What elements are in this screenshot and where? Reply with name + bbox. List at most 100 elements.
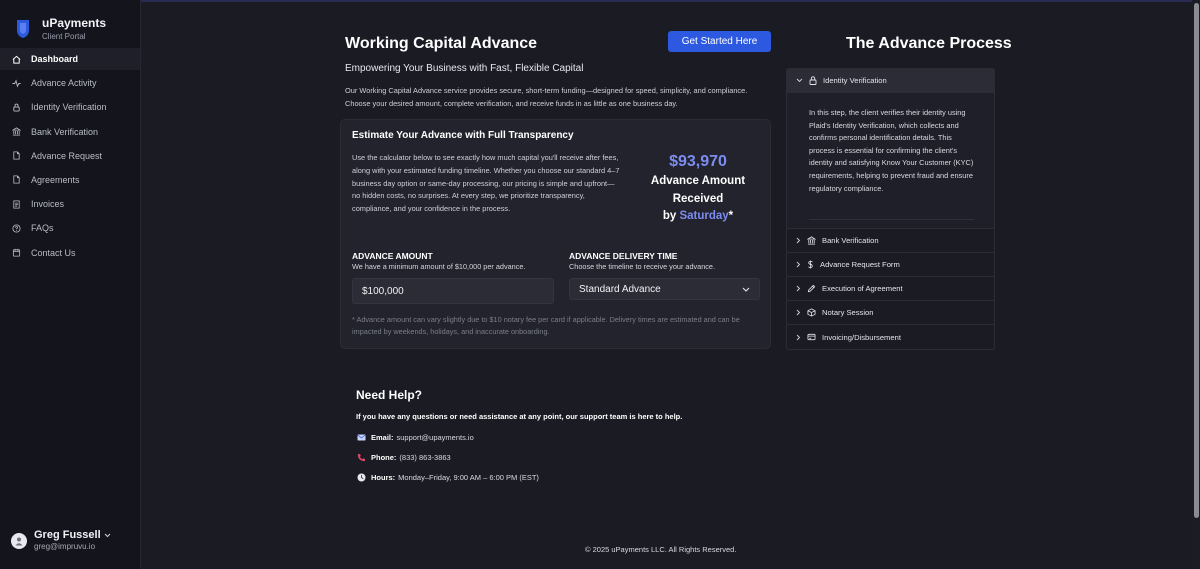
accordion-item-advance-request-form[interactable]: Advance Request Form — [787, 253, 994, 277]
help-hours-row: Hours: Monday–Friday, 9:00 AM – 6:00 PM … — [357, 473, 539, 482]
result-label: Advance Amount Received — [650, 175, 746, 205]
calculator-description: Use the calculator below to see exactly … — [352, 153, 620, 214]
intro-text: Our Working Capital Advance service prov… — [345, 86, 748, 108]
result-by: by — [662, 210, 680, 222]
chevron-right-icon — [796, 285, 801, 292]
help-intro: If you have any questions or need assist… — [356, 412, 683, 421]
help-email-row: Email: support@upayments.io — [357, 433, 474, 442]
page-subtitle: Empowering Your Business with Fast, Flex… — [345, 63, 584, 74]
sidebar-item-bank-verification[interactable]: Bank Verification — [0, 121, 140, 143]
help-email-value[interactable]: support@upayments.io — [397, 433, 474, 442]
page-scrollbar[interactable] — [1192, 0, 1200, 569]
accordion-item-label: Identity Verification — [823, 76, 887, 85]
sidebar-item-advance-activity[interactable]: Advance Activity — [0, 72, 140, 94]
help-title: Need Help? — [356, 388, 423, 402]
scrollbar-thumb[interactable] — [1194, 3, 1199, 518]
help-circle-icon — [12, 224, 21, 233]
sidebar-item-label: FAQs — [31, 223, 54, 234]
pen-icon — [807, 284, 816, 293]
sidebar-item-label: Agreements — [31, 174, 80, 185]
accordion-item-label: Bank Verification — [822, 236, 879, 245]
accordion-item-identity-verification[interactable]: Identity Verification — [787, 69, 994, 93]
invoice-icon — [13, 200, 20, 209]
panel-divider — [809, 219, 974, 220]
phone-icon — [357, 454, 365, 462]
accordion-item-label: Invoicing/Disbursement — [822, 332, 901, 342]
brand-subtitle: Client Portal — [42, 32, 86, 41]
lock-icon — [809, 76, 817, 85]
avatar — [11, 532, 27, 549]
chevron-right-icon — [796, 309, 801, 316]
bank-icon — [12, 127, 21, 136]
bank-icon — [807, 236, 816, 245]
accordion-panel-identity-verification: In this step, the client verifies their … — [787, 93, 994, 229]
sidebar-item-label: Dashboard — [31, 54, 79, 64]
accordion-item-notary-session[interactable]: Notary Session — [787, 301, 994, 325]
accordion-item-invoicing-disbursement[interactable]: Invoicing/Disbursement — [787, 325, 994, 349]
result-day: Saturday — [679, 210, 729, 222]
help-phone-value[interactable]: (833) 863-3863 — [399, 453, 450, 462]
shield-logo-icon — [17, 20, 29, 38]
get-started-button[interactable]: Get Started Here — [668, 31, 771, 52]
page-title: Working Capital Advance — [345, 35, 538, 52]
help-phone-row: Phone: (833) 863-3863 — [357, 453, 451, 462]
sidebar-item-label: Advance Activity — [31, 78, 97, 89]
calendar-icon — [12, 248, 21, 257]
sidebar-item-agreements[interactable]: Agreements — [0, 169, 140, 191]
home-icon — [12, 55, 21, 64]
help-hours-value: Monday–Friday, 9:00 AM – 6:00 PM (EST) — [398, 473, 539, 482]
help-hours-label: Hours: — [371, 473, 396, 482]
accordion-item-label: Advance Request Form — [820, 260, 900, 269]
calculator-disclaimer: * Advance amount can vary slightly due t… — [352, 315, 740, 336]
sidebar-item-invoices[interactable]: Invoices — [0, 193, 140, 215]
lock-icon — [13, 103, 20, 112]
sidebar-item-label: Advance Request — [31, 150, 103, 161]
process-accordion: Identity Verification In this step, the … — [786, 68, 995, 350]
clock-icon — [357, 473, 366, 482]
delivery-field-hint: Choose the timeline to receive your adva… — [569, 262, 716, 271]
result-day-line: by Saturday* — [643, 208, 753, 226]
chevron-down-icon — [742, 287, 750, 292]
user-name-row: Greg Fussell — [34, 529, 111, 542]
amount-field-title: ADVANCE AMOUNT — [352, 251, 433, 261]
delivery-time-select[interactable]: Standard Advance — [569, 278, 760, 300]
result-suffix: * — [728, 210, 734, 222]
user-icon — [15, 537, 23, 545]
delivery-field-title: ADVANCE DELIVERY TIME — [569, 251, 678, 261]
sidebar-item-faqs[interactable]: FAQs — [0, 217, 140, 239]
sidebar-item-advance-request[interactable]: Advance Request — [0, 145, 140, 167]
sidebar-item-label: Invoices — [31, 199, 65, 210]
brand[interactable]: uPayments Client Portal — [16, 16, 106, 42]
help-phone-label: Phone: — [371, 453, 397, 462]
help-email-label: Email: — [371, 433, 394, 442]
user-email: greg@impruvu.io — [34, 542, 96, 551]
accordion-item-execution-of-agreement[interactable]: Execution of Agreement — [787, 277, 994, 301]
user-name: Greg Fussell — [34, 529, 101, 541]
accordion-panel-text: In this step, the client verifies their … — [809, 108, 974, 193]
sidebar: uPayments Client Portal Dashboard Advanc… — [0, 0, 141, 569]
chevron-right-icon — [796, 261, 801, 268]
chevron-down-icon — [796, 78, 803, 83]
document-icon — [13, 151, 20, 160]
advance-result: $93,970 Advance Amount Received by Satur… — [631, 151, 765, 226]
sidebar-nav: Dashboard Advance Activity Identity Veri… — [0, 48, 140, 266]
sidebar-item-dashboard[interactable]: Dashboard — [0, 48, 140, 70]
brand-name: uPayments — [42, 16, 107, 30]
accordion-item-bank-verification[interactable]: Bank Verification — [787, 229, 994, 253]
user-menu[interactable]: Greg Fussell greg@impruvu.io — [11, 529, 111, 552]
sidebar-item-contact-us[interactable]: Contact Us — [0, 242, 140, 264]
cube-icon — [807, 308, 816, 317]
chevron-right-icon — [796, 334, 801, 340]
envelope-icon — [357, 434, 366, 441]
accordion-item-label: Notary Session — [822, 308, 874, 317]
sidebar-item-identity-verification[interactable]: Identity Verification — [0, 96, 140, 118]
sidebar-item-label: Identity Verification — [31, 102, 107, 113]
amount-field-hint: We have a minimum amount of $10,000 per … — [352, 262, 526, 271]
sidebar-item-label: Contact Us — [31, 247, 76, 258]
advance-calculator-card: Estimate Your Advance with Full Transpar… — [340, 119, 771, 349]
chevron-down-icon — [104, 533, 110, 538]
chevron-right-icon — [796, 237, 801, 244]
sidebar-item-label: Bank Verification — [31, 126, 99, 137]
result-amount: $93,970 — [669, 153, 727, 170]
advance-amount-input[interactable] — [352, 278, 554, 304]
